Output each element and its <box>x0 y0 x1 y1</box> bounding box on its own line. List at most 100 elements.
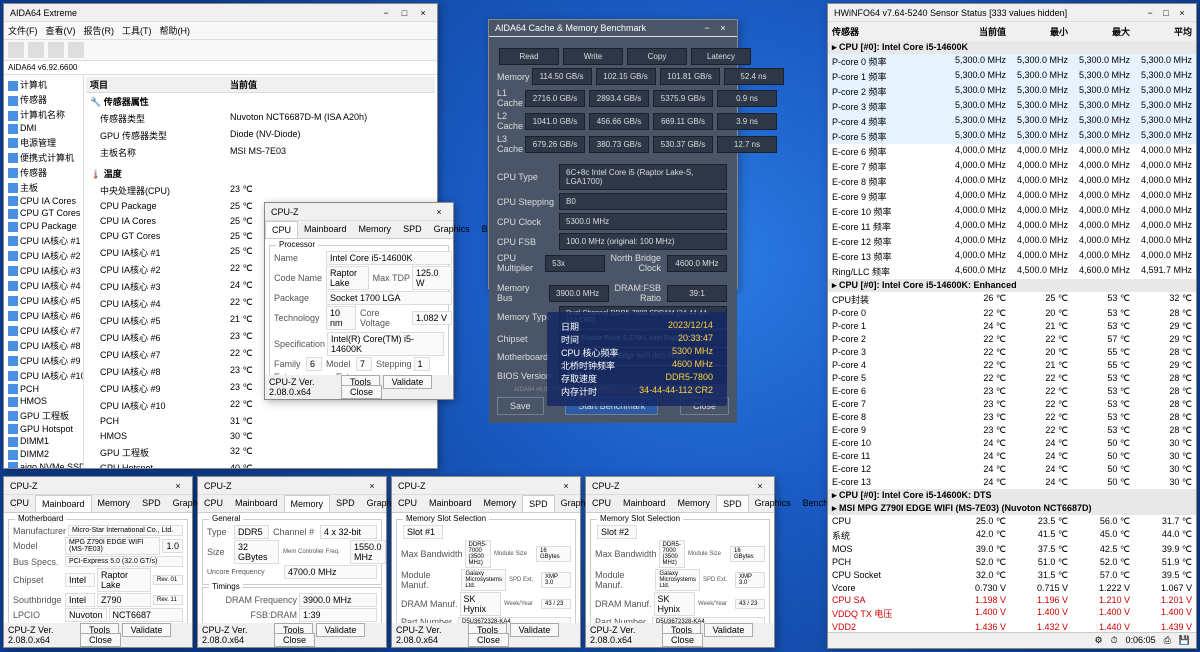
tree-item[interactable]: CPU IA核心 #4 <box>6 278 81 293</box>
close-icon[interactable]: × <box>364 481 380 491</box>
tab-cpu[interactable]: CPU <box>265 221 298 238</box>
tree-item[interactable]: CPU Package <box>6 220 81 233</box>
close-icon[interactable]: × <box>1174 8 1190 18</box>
tab-memory[interactable]: Memory <box>478 495 523 512</box>
slot-dropdown[interactable]: Slot #2 <box>597 525 637 539</box>
sensor-row[interactable]: E-core 823 ℃22 ℃53 ℃28 ℃ <box>828 411 1196 424</box>
tree-item[interactable]: GPU 工程板 <box>6 408 81 423</box>
tree-item[interactable]: CPU IA核心 #2 <box>6 248 81 263</box>
close-button[interactable]: Close <box>341 385 382 399</box>
list-row[interactable]: GPU Hotspot40 ℃ <box>86 461 435 468</box>
sensor-row[interactable]: E-core 1124 ℃24 ℃50 ℃30 ℃ <box>828 450 1196 463</box>
close-icon[interactable]: × <box>415 8 431 18</box>
sensor-row[interactable]: VDD21.436 V1.432 V1.440 V1.439 V <box>828 621 1196 632</box>
list-row[interactable]: 传感器类型Nuvoton NCT6687D-M (ISA A20h) <box>86 110 435 127</box>
tab-cpu[interactable]: CPU <box>392 495 423 512</box>
tree-item[interactable]: CPU IA核心 #5 <box>6 293 81 308</box>
sensor-row[interactable]: 系统42.0 ℃41.5 ℃45.0 ℃44.0 ℃ <box>828 528 1196 543</box>
save-icon[interactable]: 💾 <box>1179 635 1190 646</box>
menu-item[interactable]: 报告(R) <box>84 26 115 36</box>
sensor-row[interactable]: CPU封装26 ℃25 ℃53 ℃32 ℃ <box>828 292 1196 307</box>
sensor-row[interactable]: E-core 11 频率4,000.0 MHz4,000.0 MHz4,000.… <box>828 219 1196 234</box>
list-row[interactable]: GPU 传感器类型Diode (NV-Diode) <box>86 127 435 144</box>
menu-item[interactable]: 查看(V) <box>46 26 76 36</box>
sensor-row[interactable]: E-core 1024 ℃24 ℃50 ℃30 ℃ <box>828 437 1196 450</box>
sensor-row[interactable]: P-core 1 频率5,300.0 MHz5,300.0 MHz5,300.0… <box>828 69 1196 84</box>
tree-item[interactable]: GPU Hotspot <box>6 423 81 436</box>
sensor-row[interactable]: E-core 12 频率4,000.0 MHz4,000.0 MHz4,000.… <box>828 234 1196 249</box>
list-row[interactable]: HMOS30 ℃ <box>86 429 435 444</box>
tab-graphics[interactable]: Graphics <box>428 221 476 238</box>
tree-item[interactable]: CPU IA核心 #1 <box>6 233 81 248</box>
tree-item[interactable]: DIMM1 <box>6 435 81 448</box>
sensor-row[interactable]: E-core 9 频率4,000.0 MHz4,000.0 MHz4,000.0… <box>828 189 1196 204</box>
tree-item[interactable]: CPU IA核心 #10 <box>6 368 81 383</box>
sensor-row[interactable]: E-core 1324 ℃24 ℃50 ℃30 ℃ <box>828 476 1196 489</box>
list-row[interactable]: PCH31 ℃ <box>86 414 435 429</box>
tree-item[interactable]: HMOS <box>6 395 81 408</box>
sensor-row[interactable]: CPU25.0 ℃23.5 ℃56.0 ℃31.7 ℃ <box>828 515 1196 528</box>
sensor-row[interactable]: E-core 923 ℃22 ℃53 ℃28 ℃ <box>828 424 1196 437</box>
log-icon[interactable]: ⎙ <box>1164 635 1171 646</box>
sensor-row[interactable]: Vcore0.730 V0.715 V1.222 V1.067 V <box>828 582 1196 594</box>
forward-icon[interactable] <box>28 42 44 58</box>
tab-spd[interactable]: SPD <box>522 495 555 512</box>
sensor-row[interactable]: PCH52.0 ℃51.0 ℃52.0 ℃51.9 ℃ <box>828 556 1196 569</box>
tab-cpu[interactable]: CPU <box>198 495 229 512</box>
maximize-icon[interactable]: □ <box>396 8 412 18</box>
tab-memory[interactable]: Memory <box>353 221 398 238</box>
tab-memory[interactable]: Memory <box>92 495 137 512</box>
sensor-row[interactable]: Ring/LLC 频率4,600.0 MHz4,500.0 MHz4,600.0… <box>828 264 1196 279</box>
sensor-section[interactable]: ▸ CPU [#0]: Intel Core i5-14600K <box>828 41 1196 54</box>
up-icon[interactable] <box>48 42 64 58</box>
aida64-tree[interactable]: 计算机传感器计算机名称DMI电源管理便携式计算机传感器主板CPU IA Core… <box>4 75 84 468</box>
minimize-icon[interactable]: − <box>378 8 394 18</box>
tree-item[interactable]: 传感器 <box>6 92 81 107</box>
sensor-row[interactable]: E-core 8 频率4,000.0 MHz4,000.0 MHz4,000.0… <box>828 174 1196 189</box>
tab-spd[interactable]: SPD <box>716 495 749 512</box>
tab-spd[interactable]: SPD <box>397 221 428 238</box>
cpuz-titlebar[interactable]: CPU-Z× <box>265 203 453 221</box>
tree-item[interactable]: CPU IA Cores <box>6 195 81 208</box>
menu-item[interactable]: 文件(F) <box>8 26 38 36</box>
menu-item[interactable]: 帮助(H) <box>160 26 191 36</box>
tree-item[interactable]: aigo NVMe SSD P2000 128GB <box>6 461 81 468</box>
tab-mainboard[interactable]: Mainboard <box>423 495 478 512</box>
validate-button[interactable]: Validate <box>383 375 433 389</box>
tree-item[interactable]: CPU IA核心 #7 <box>6 323 81 338</box>
tab-memory[interactable]: Memory <box>284 495 331 512</box>
sensor-row[interactable]: VDDQ TX 电压1.400 V1.400 V1.400 V1.400 V <box>828 606 1196 621</box>
tab-cpu[interactable]: CPU <box>4 495 35 512</box>
list-row[interactable]: 中央处理器(CPU)23 ℃ <box>86 182 435 199</box>
tree-item[interactable]: 电源管理 <box>6 135 81 150</box>
sensor-row[interactable]: P-core 022 ℃20 ℃53 ℃28 ℃ <box>828 307 1196 320</box>
tree-item[interactable]: 计算机 <box>6 77 81 92</box>
minimize-icon[interactable]: − <box>699 23 715 33</box>
tree-item[interactable]: 主板 <box>6 180 81 195</box>
sensor-row[interactable]: CPU Socket32.0 ℃31.5 ℃57.0 ℃39.5 ℃ <box>828 569 1196 582</box>
tree-item[interactable]: PCH <box>6 383 81 396</box>
close-icon[interactable]: × <box>170 481 186 491</box>
aida64-titlebar[interactable]: AIDA64 Extreme − □ × <box>4 4 437 22</box>
sensor-row[interactable]: E-core 623 ℃22 ℃53 ℃28 ℃ <box>828 385 1196 398</box>
tab-cpu[interactable]: CPU <box>586 495 617 512</box>
tab-mainboard[interactable]: Mainboard <box>298 221 353 238</box>
sensor-row[interactable]: CPU SA1.198 V1.196 V1.210 V1.201 V <box>828 594 1196 606</box>
sensor-row[interactable]: P-core 2 频率5,300.0 MHz5,300.0 MHz5,300.0… <box>828 84 1196 99</box>
tree-item[interactable]: 计算机名称 <box>6 107 81 122</box>
slot-dropdown[interactable]: Slot #1 <box>403 525 443 539</box>
bench-titlebar[interactable]: AIDA64 Cache & Memory Benchmark−× <box>489 20 737 37</box>
sensor-row[interactable]: MOS39.0 ℃37.5 ℃42.5 ℃39.9 ℃ <box>828 543 1196 556</box>
tab-memory[interactable]: Memory <box>672 495 717 512</box>
sensor-row[interactable]: E-core 723 ℃22 ℃53 ℃28 ℃ <box>828 398 1196 411</box>
close-icon[interactable]: × <box>431 207 447 217</box>
hwinfo-titlebar[interactable]: HWiNFO64 v7.64-5240 Sensor Status [333 v… <box>828 4 1196 22</box>
tab-mainboard[interactable]: Mainboard <box>35 495 92 512</box>
tree-item[interactable]: CPU GT Cores <box>6 207 81 220</box>
tab-mainboard[interactable]: Mainboard <box>617 495 672 512</box>
tab-spd[interactable]: SPD <box>136 495 167 512</box>
tree-item[interactable]: CPU IA核心 #8 <box>6 338 81 353</box>
refresh-icon[interactable] <box>68 42 84 58</box>
sensor-row[interactable]: P-core 5 频率5,300.0 MHz5,300.0 MHz5,300.0… <box>828 129 1196 144</box>
sensor-row[interactable]: E-core 1224 ℃24 ℃50 ℃30 ℃ <box>828 463 1196 476</box>
